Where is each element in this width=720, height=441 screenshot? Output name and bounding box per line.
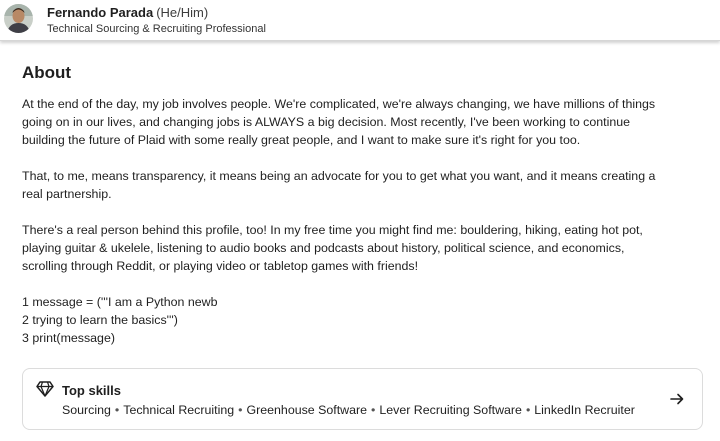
about-text-line: playing guitar & ukelele, listening to a… [22,241,625,255]
arrow-right-icon[interactable] [670,392,684,406]
about-code-line: 2 trying to learn the basics''') [22,313,178,327]
profile-pronouns: (He/Him) [156,5,209,20]
skill-separator: • [114,403,120,417]
top-skills-title: Top skills [62,383,121,398]
top-skills-card[interactable]: Top skills Sourcing • Technical Recruiting… [22,368,703,430]
top-skills-list: Sourcing • Technical Recruiting • Greenhouse… [62,403,635,418]
skill-separator: • [371,403,376,417]
about-text-line: real partnership. [22,187,112,201]
about-text-line: going on in our lives, and changing jobs… [22,115,631,129]
avatar[interactable] [4,4,33,33]
about-text-line: building the future of Plaid with some r… [22,133,581,147]
about-section-body: At the end of the day, my job involves p… [22,95,702,347]
skill-item: Greenhouse Software [246,403,368,417]
about-text-line: scrolling through Reddit, or playing vid… [22,259,419,273]
skill-separator: • [525,403,531,417]
about-section-title: About [22,63,72,82]
profile-sticky-header: Fernando Parada (He/Him) Technical Sourci… [0,0,720,41]
skill-item: LinkedIn Recruiter [534,403,635,417]
skill-item: Sourcing [62,403,111,417]
profile-name[interactable]: Fernando Parada [47,5,153,20]
diamond-icon [36,381,54,397]
skill-item: Lever Recruiting Software [379,403,522,417]
profile-name-line: Fernando Parada (He/Him) [47,5,208,20]
skill-separator: • [238,403,243,417]
about-code-line: 1 message = ('''I am a Python newb [22,295,218,309]
skill-item: Technical Recruiting [123,403,235,417]
profile-headline: Technical Sourcing & Recruiting Professi… [47,23,266,35]
about-text-line: At the end of the day, my job involves p… [22,97,656,111]
about-text-line: There's a real person behind this profil… [22,223,643,237]
about-text-line: That, to me, means transparency, it mean… [22,169,656,183]
about-code-line: 3 print(message) [22,331,115,345]
profile-photo-icon [4,4,33,33]
